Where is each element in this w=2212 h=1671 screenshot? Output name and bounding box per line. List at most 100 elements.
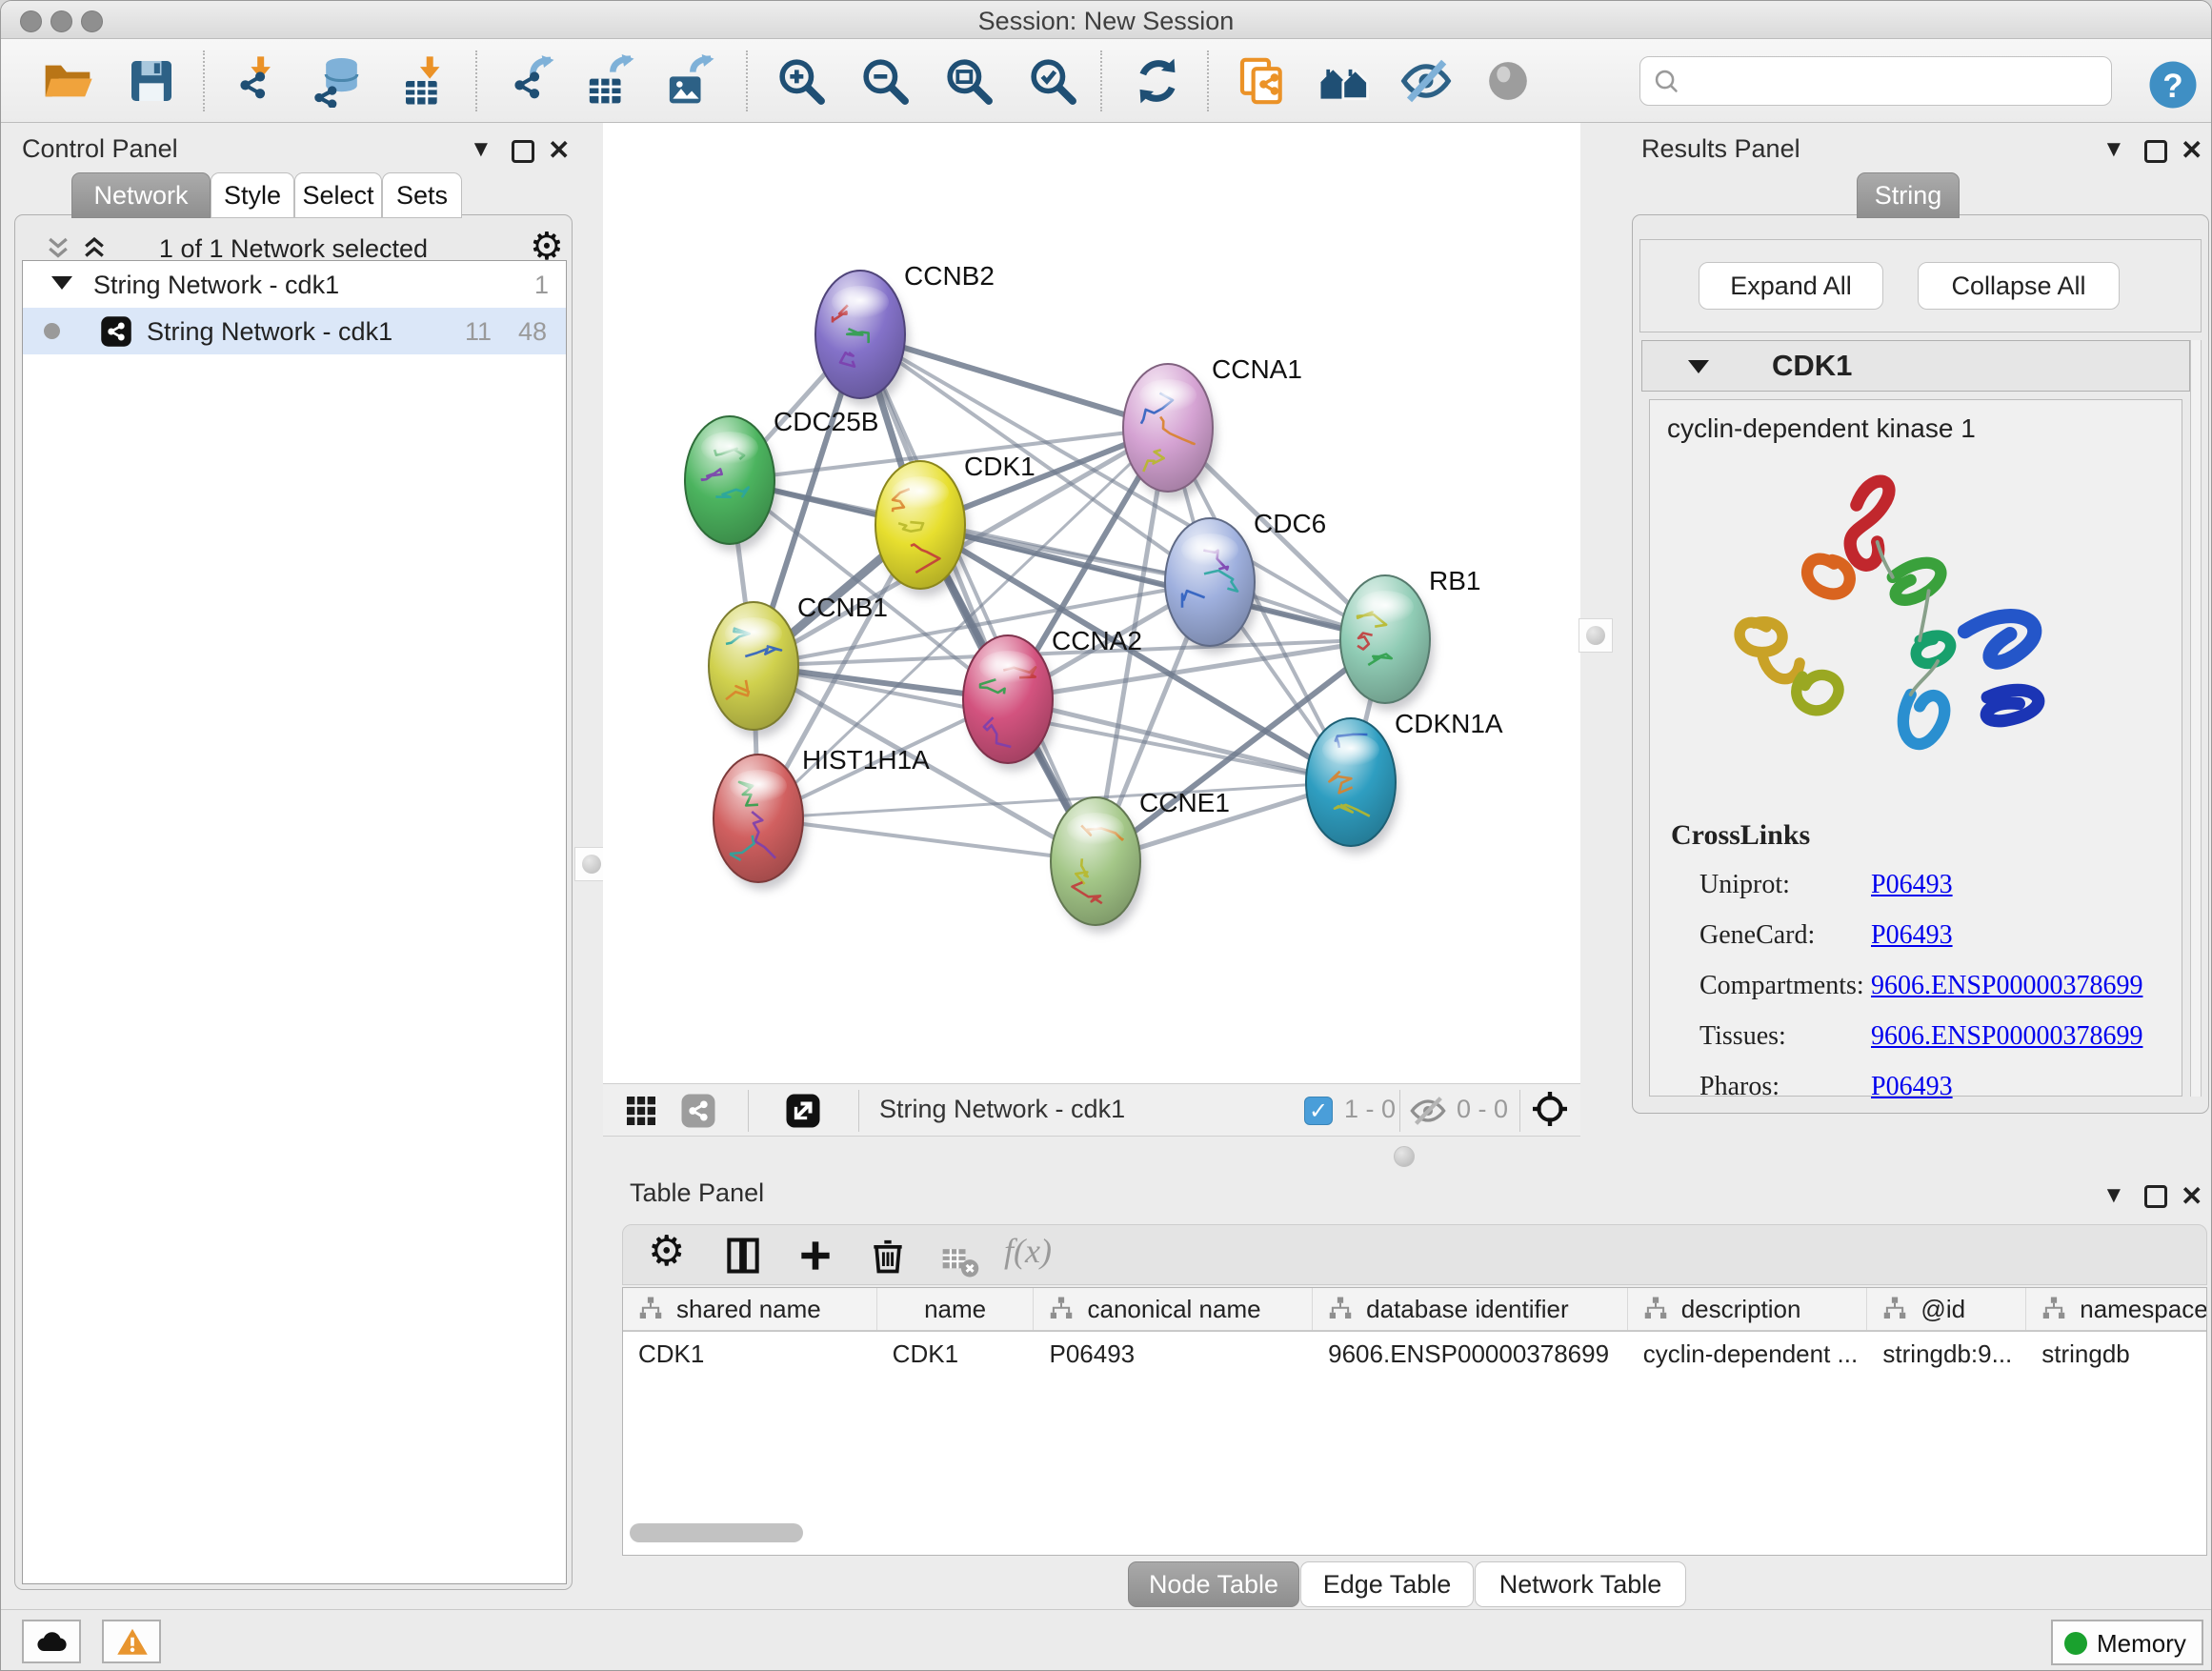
import-network-db-icon[interactable]	[312, 54, 365, 108]
tab-string[interactable]: String	[1857, 172, 1960, 218]
export-network-icon[interactable]	[504, 54, 557, 108]
svg-text:CDKN1A: CDKN1A	[1395, 709, 1503, 738]
share-document-icon[interactable]	[1236, 54, 1289, 108]
import-network-icon[interactable]	[230, 54, 283, 108]
results-panel-menu-icon[interactable]: ▼	[2102, 136, 2125, 163]
table-row[interactable]: CDK1 CDK1 P06493 9606.ENSP00000378699 cy…	[623, 1332, 2206, 1376]
svg-text:CDK1: CDK1	[964, 452, 1036, 481]
control-panel-close-icon[interactable]: ✕	[548, 134, 570, 166]
svg-text:CDC6: CDC6	[1254, 509, 1326, 538]
fit-selected-crosshair-icon[interactable]	[1531, 1090, 1573, 1132]
node-table[interactable]: shared name name canonical name database…	[622, 1287, 2207, 1556]
horizontal-splitter-handle[interactable]	[1394, 1146, 1415, 1167]
memory-label: Memory	[2097, 1629, 2186, 1659]
selected-counts: 1 - 0	[1344, 1095, 1396, 1124]
network-node-CCNB2: CCNB2	[815, 261, 995, 406]
show-columns-icon[interactable]	[722, 1235, 764, 1277]
zoom-in-icon[interactable]	[774, 54, 828, 108]
crosslink-uniprot[interactable]: P06493	[1871, 870, 1953, 899]
home-icon[interactable]	[1317, 54, 1371, 108]
gene-section-header[interactable]: CDK1	[1641, 340, 2190, 392]
crosslink-pharos[interactable]: P06493	[1871, 1072, 1953, 1101]
table-hscrollbar-thumb[interactable]	[630, 1523, 803, 1542]
show-panel-eye-icon[interactable]	[1481, 54, 1535, 108]
results-panel-close-icon[interactable]: ✕	[2181, 134, 2202, 166]
table-panel-close-icon[interactable]: ✕	[2181, 1180, 2202, 1212]
tab-network[interactable]: Network	[71, 172, 211, 218]
detach-view-icon[interactable]	[784, 1092, 822, 1130]
right-splitter-handle[interactable]	[1579, 618, 1613, 653]
gene-description: cyclin-dependent kinase 1	[1667, 413, 1976, 444]
svg-text:CCNB2: CCNB2	[904, 261, 995, 291]
results-panel-float-icon[interactable]	[2144, 140, 2167, 163]
network-collection-row[interactable]: String Network - cdk1 1	[23, 261, 566, 308]
memory-button[interactable]: Memory	[2051, 1620, 2203, 1665]
svg-text:RB1: RB1	[1429, 566, 1480, 595]
crosslink-genecard[interactable]: P06493	[1871, 920, 1953, 950]
tab-edge-table[interactable]: Edge Table	[1300, 1561, 1474, 1607]
zoom-selected-icon[interactable]	[1026, 54, 1079, 108]
crosslink-compartments[interactable]: 9606.ENSP00000378699	[1871, 971, 2142, 1000]
svg-text:CCNA2: CCNA2	[1052, 626, 1142, 655]
tab-sets[interactable]: Sets	[382, 172, 462, 218]
separator	[748, 1090, 749, 1132]
column-header: canonical name	[1034, 1288, 1313, 1330]
column-header: database identifier	[1313, 1288, 1628, 1330]
warnings-button[interactable]	[102, 1620, 161, 1663]
crosslink-row: Compartments:9606.ENSP00000378699	[1699, 960, 2142, 1011]
window-title: Session: New Session	[1, 7, 2211, 36]
collection-expand-icon[interactable]	[51, 276, 72, 290]
birdseye-grid-icon[interactable]	[622, 1092, 660, 1130]
column-header: shared name	[623, 1288, 877, 1330]
tab-network-table[interactable]: Network Table	[1475, 1561, 1686, 1607]
expand-all-button[interactable]: Expand All	[1699, 262, 1883, 310]
table-panel-title: Table Panel	[630, 1178, 764, 1208]
results-scrollbar[interactable]	[2190, 340, 2202, 1097]
network-canvas[interactable]: CCNB2CCNA1CDC25BCDK1CDC6RB1CCNB1CCNA2CDK…	[603, 123, 1580, 1083]
crosslink-tissues[interactable]: 9606.ENSP00000378699	[1871, 1021, 2142, 1051]
refresh-layout-icon[interactable]	[1131, 54, 1184, 108]
save-session-icon[interactable]	[125, 54, 178, 108]
gene-collapse-icon[interactable]	[1688, 360, 1709, 373]
control-panel-menu-icon[interactable]: ▼	[470, 136, 493, 163]
column-header: name	[877, 1288, 1035, 1330]
network-view-toolbar: String Network - cdk1 ✓ 1 - 0 0 - 0	[603, 1083, 1580, 1137]
tab-style[interactable]: Style	[211, 172, 294, 218]
table-header-row: shared name name canonical name database…	[623, 1288, 2206, 1332]
hide-panels-eye-icon[interactable]	[1399, 54, 1453, 108]
control-panel-float-icon[interactable]	[512, 140, 534, 163]
add-column-icon[interactable]	[794, 1235, 836, 1277]
table-gear-icon[interactable]: ⚙	[648, 1227, 685, 1276]
network-node-CCNB1: CCNB1	[709, 593, 888, 737]
delete-table-icon	[939, 1240, 974, 1275]
table-toolbar: ⚙ f(x)	[622, 1224, 2207, 1285]
current-network-dot-icon	[44, 323, 60, 339]
selected-checkbox-icon[interactable]: ✓	[1304, 1097, 1333, 1125]
toolbar-separator	[1100, 50, 1102, 111]
column-header: namespace	[2026, 1288, 2206, 1330]
zoom-out-icon[interactable]	[858, 54, 912, 108]
export-table-icon[interactable]	[584, 54, 637, 108]
network-badge-icon[interactable]	[679, 1092, 717, 1130]
zoom-fit-icon[interactable]	[942, 54, 995, 108]
import-table-icon[interactable]	[399, 54, 452, 108]
open-session-icon[interactable]	[41, 54, 94, 108]
gene-section-body: cyclin-dependent kinase 1 CrossLinks	[1649, 399, 2182, 1097]
gene-symbol: CDK1	[1772, 349, 1852, 383]
export-image-icon[interactable]	[664, 54, 717, 108]
table-panel-menu-icon[interactable]: ▼	[2102, 1182, 2125, 1209]
table-panel-float-icon[interactable]	[2144, 1185, 2167, 1208]
svg-text:HIST1H1A: HIST1H1A	[802, 745, 930, 775]
tab-node-table[interactable]: Node Table	[1128, 1561, 1299, 1607]
hidden-counts: 0 - 0	[1457, 1095, 1508, 1124]
toolbar-separator	[475, 50, 477, 111]
delete-column-icon[interactable]	[867, 1235, 909, 1277]
collapse-all-button[interactable]: Collapse All	[1918, 262, 2120, 310]
network-row-selected[interactable]: String Network - cdk1 11 48	[23, 308, 566, 354]
title-bar: Session: New Session	[1, 1, 2211, 39]
hidden-eye-icon	[1409, 1092, 1451, 1130]
search-input[interactable]	[1639, 56, 2112, 106]
cloud-status-button[interactable]	[22, 1620, 81, 1663]
help-icon[interactable]: ?	[2146, 58, 2194, 106]
tab-select[interactable]: Select	[294, 172, 382, 218]
